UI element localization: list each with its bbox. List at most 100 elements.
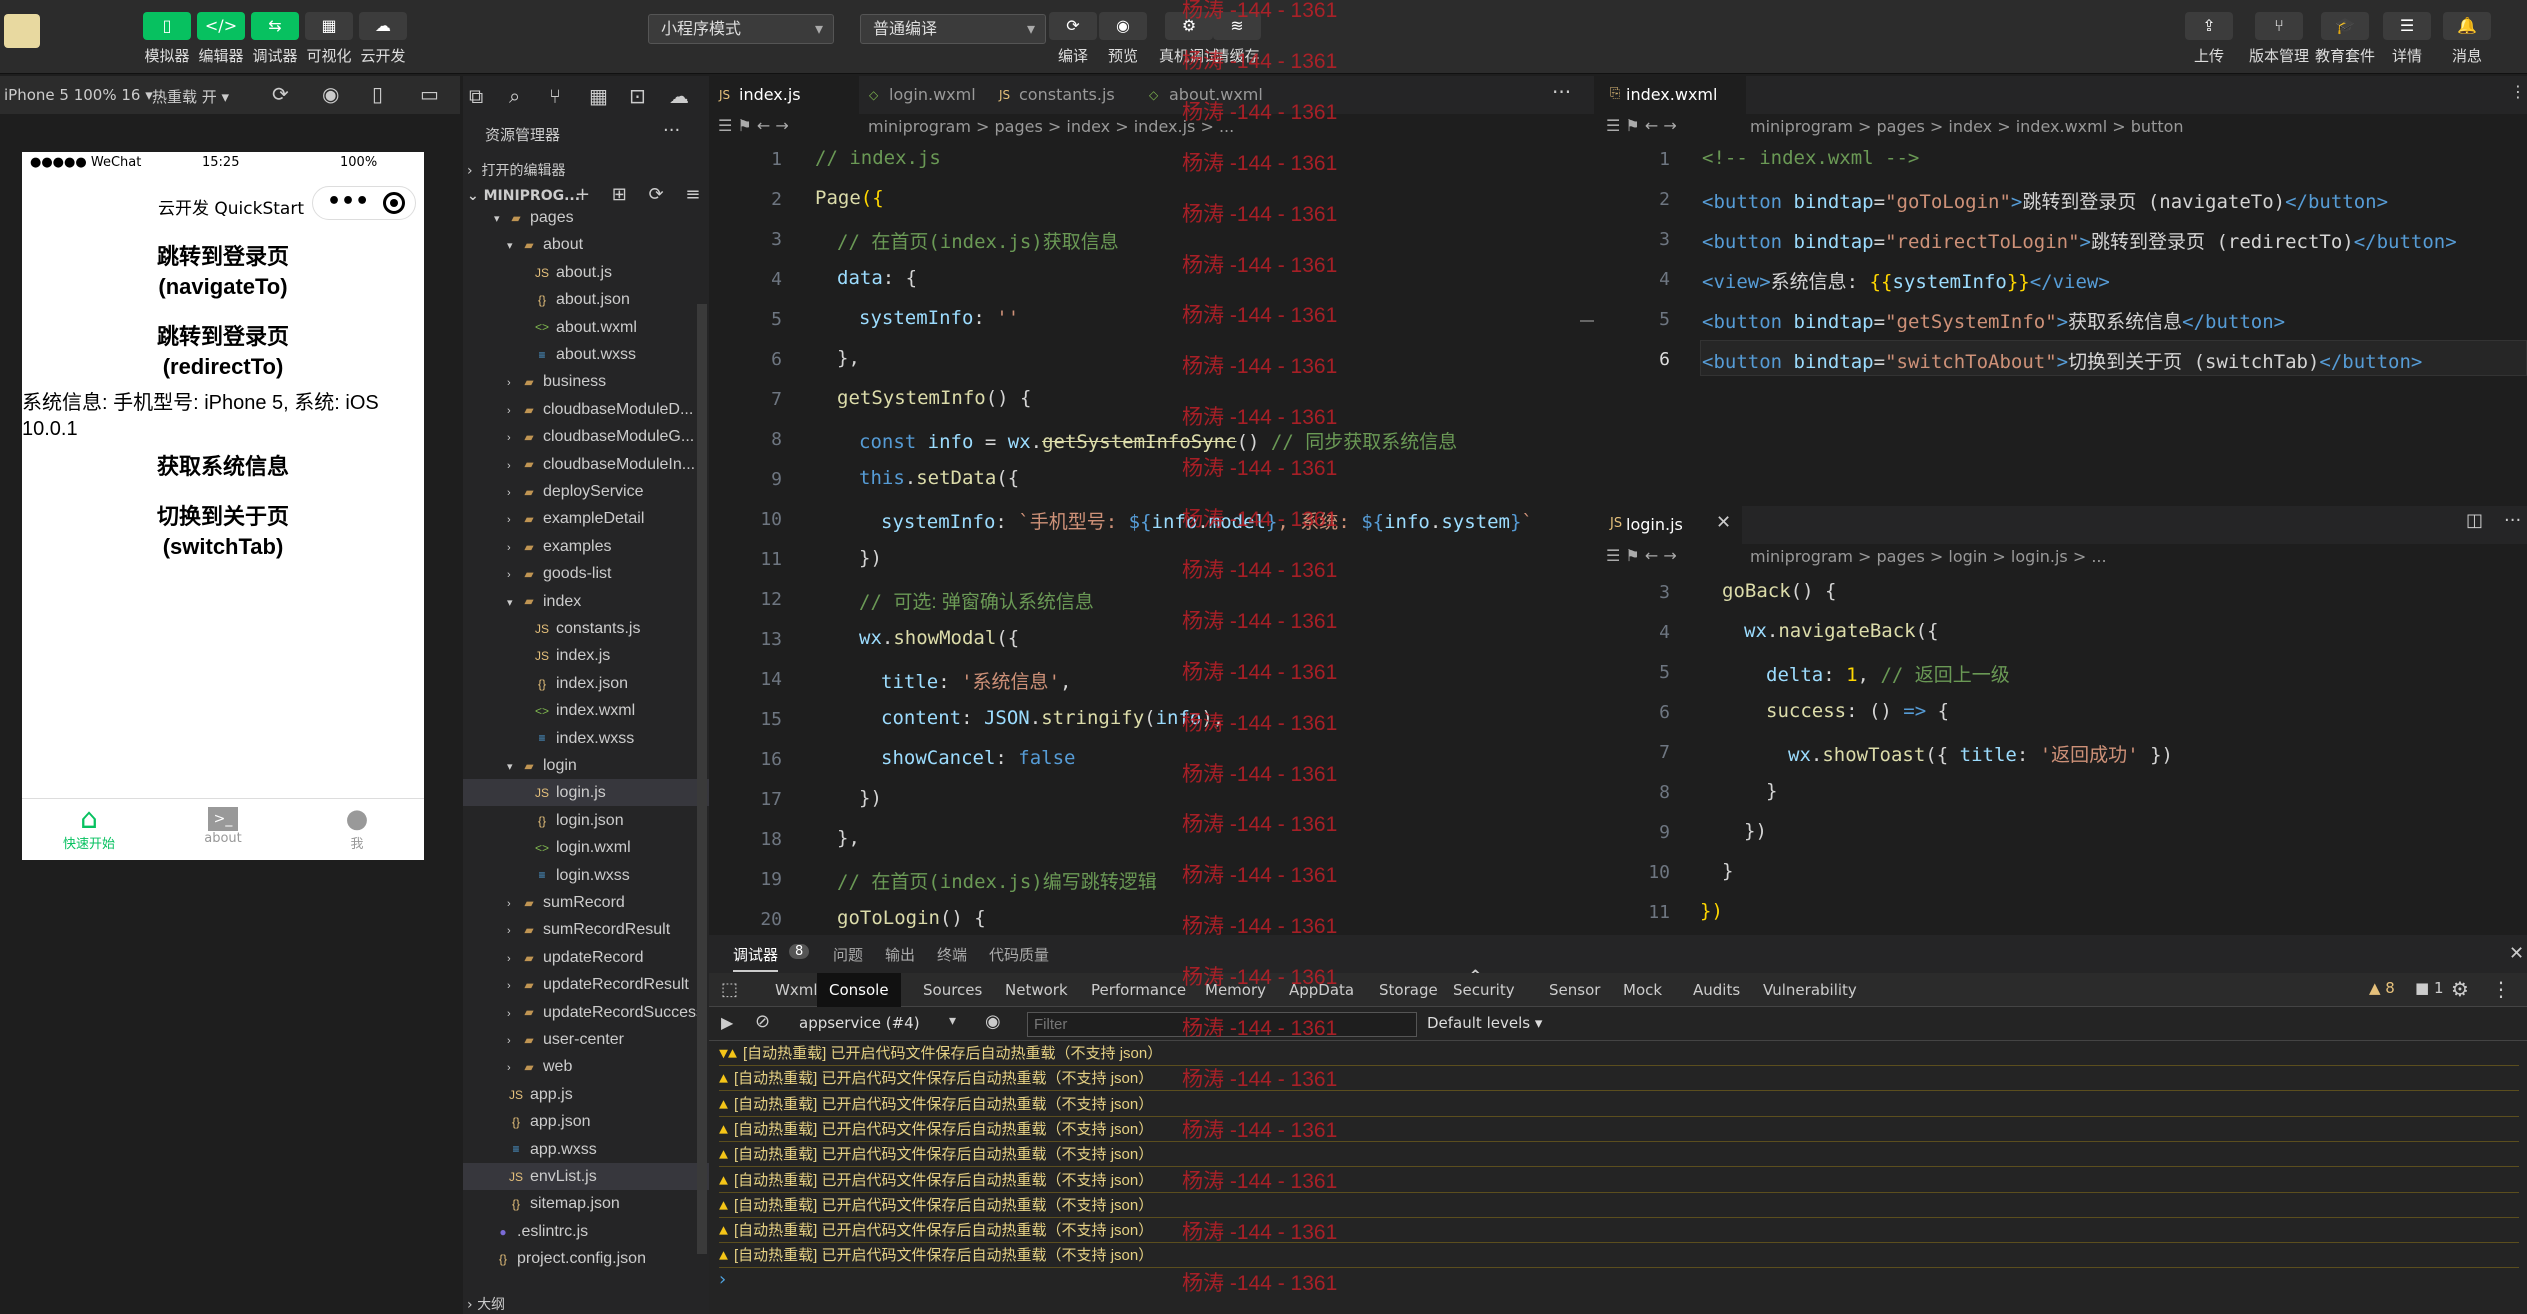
- tree-item[interactable]: JS constants.js: [463, 615, 709, 642]
- search-icon[interactable]: ⌕: [509, 84, 520, 108]
- tree-item[interactable]: {} about.json: [463, 286, 709, 313]
- panel-tab[interactable]: 输出: [885, 944, 915, 965]
- close-icon[interactable]: ✕: [1716, 512, 1731, 533]
- layout-button[interactable]: ▦ 可视化: [302, 12, 356, 66]
- stop-icon[interactable]: ◉: [322, 82, 339, 106]
- devtools-tab-console[interactable]: Console: [817, 973, 901, 1007]
- code-line[interactable]: showCancel: false: [881, 747, 1075, 769]
- hotreload-toggle[interactable]: 热重载 开 ▾: [152, 86, 229, 107]
- tree-item[interactable]: › ▰ user-center: [463, 1026, 709, 1053]
- devtools-tab-storage[interactable]: Storage: [1379, 973, 1438, 1007]
- split-icon[interactable]: ◫: [2466, 510, 2483, 531]
- tree-item[interactable]: ≡ app.wxss: [463, 1136, 709, 1163]
- code-line[interactable]: }): [859, 787, 882, 809]
- devtools-tab-mock[interactable]: Mock: [1623, 973, 1662, 1007]
- code-line[interactable]: title: '系统信息',: [881, 667, 1071, 694]
- editor-2[interactable]: [1596, 114, 2527, 494]
- more-icon[interactable]: ···: [663, 120, 680, 141]
- code-line[interactable]: }): [859, 547, 882, 569]
- tab-constants-js[interactable]: JS constants.js: [989, 76, 1139, 114]
- details-button[interactable]: ☰ 详情: [2380, 12, 2434, 66]
- code-button[interactable]: </> 编辑器: [194, 12, 248, 66]
- tree-item[interactable]: ▾ ▰ pages: [463, 204, 709, 231]
- cloud-icon[interactable]: ☁: [669, 84, 689, 108]
- tree-item[interactable]: ≡ index.wxss: [463, 725, 709, 752]
- breadcrumb[interactable]: miniprogram > pages > login > login.js >…: [1750, 542, 2107, 572]
- tree-item[interactable]: › ▰ updateRecordSuccess: [463, 999, 709, 1026]
- tree-item[interactable]: JS index.js: [463, 642, 709, 669]
- tree-item[interactable]: JS app.js: [463, 1081, 709, 1108]
- capsule-button[interactable]: •••: [312, 186, 416, 220]
- code-line[interactable]: data: {: [837, 267, 917, 289]
- console-row[interactable]: ▲ [自动热重载] 已开启代码文件保存后自动热重载（不支持 json）: [719, 1066, 2519, 1092]
- tree-item[interactable]: › ▰ deployService: [463, 478, 709, 505]
- code-line[interactable]: }: [1722, 860, 1733, 882]
- navigate-to-button[interactable]: 跳转到登录页 (navigateTo): [22, 242, 424, 302]
- outline-header[interactable]: › 大纲: [467, 1294, 505, 1314]
- console-row[interactable]: ▲ [自动热重载] 已开启代码文件保存后自动热重载（不支持 json）: [719, 1193, 2519, 1218]
- device-select[interactable]: iPhone 5 100% 16 ▾: [4, 86, 153, 104]
- code-line[interactable]: }): [1744, 820, 1767, 842]
- mode-select[interactable]: 小程序模式: [648, 14, 834, 44]
- redirect-to-button[interactable]: 跳转到登录页 (redirectTo): [22, 322, 424, 382]
- scrollbar[interactable]: [697, 304, 707, 1254]
- more-icon[interactable]: ···: [1552, 80, 1571, 104]
- tree-item[interactable]: › ▰ sumRecordResult: [463, 916, 709, 943]
- code-line[interactable]: goBack() {: [1722, 580, 1836, 602]
- preview-button[interactable]: ◉ 预览: [1096, 12, 1150, 66]
- levels-select[interactable]: Default levels ▾: [1427, 1014, 1542, 1032]
- tree-item[interactable]: {} index.json: [463, 670, 709, 697]
- tree-item[interactable]: › ▰ business: [463, 368, 709, 395]
- tree-item[interactable]: › ▰ updateRecordResult: [463, 971, 709, 998]
- code-line[interactable]: <!-- index.wxml -->: [1702, 147, 1919, 169]
- console-row[interactable]: ▼▲ [自动热重载] 已开启代码文件保存后自动热重载（不支持 json）: [719, 1041, 2519, 1066]
- sidebar-icon[interactable]: ▶: [721, 1013, 733, 1032]
- tree-item[interactable]: › ▰ cloudbaseModuleG...: [463, 423, 709, 450]
- code-line[interactable]: goToLogin() {: [837, 907, 986, 929]
- devtools-tab-wxml[interactable]: Wxml: [775, 973, 818, 1007]
- git-icon[interactable]: ⑂: [549, 84, 561, 108]
- tree-item[interactable]: <> about.wxml: [463, 314, 709, 341]
- files-icon[interactable]: ⧉: [469, 84, 483, 108]
- code-line[interactable]: wx.showModal({: [859, 627, 1019, 649]
- code-line[interactable]: this.setData({: [859, 467, 1019, 489]
- open-editors-header[interactable]: › 打开的编辑器: [467, 160, 566, 180]
- explorer-actions[interactable]: + ⊞ ⟳ ≡: [575, 184, 709, 205]
- breadcrumb[interactable]: miniprogram > pages > index > index.js >…: [718, 112, 1588, 142]
- more-icon[interactable]: •••: [327, 189, 369, 214]
- debug-icon[interactable]: ⊡: [629, 84, 646, 108]
- phone-button[interactable]: ▯ 模拟器: [140, 12, 194, 66]
- compile-button[interactable]: ⟳ 编译: [1046, 12, 1100, 66]
- education-button[interactable]: 🎓 教育套件: [2310, 12, 2380, 66]
- cloud-button[interactable]: ☁ 云开发: [356, 12, 410, 66]
- compile-select[interactable]: 普通编译: [860, 14, 1046, 44]
- console-row[interactable]: ▲ [自动热重载] 已开启代码文件保存后自动热重载（不支持 json）: [719, 1092, 2519, 1117]
- code-line[interactable]: content: JSON.stringify(info),: [881, 707, 1224, 729]
- messages-button[interactable]: 🔔 消息: [2440, 12, 2494, 66]
- list-icon[interactable]: ☰ ⚑ ← →: [718, 116, 789, 135]
- code-line[interactable]: const info = wx.getSystemInfoSync() // 同…: [859, 427, 1457, 454]
- code-line[interactable]: // index.js: [815, 147, 941, 169]
- inspect-icon[interactable]: ⬚: [721, 979, 738, 1000]
- switch-tab-button[interactable]: 切换到关于页 (switchTab): [22, 502, 424, 562]
- console-prompt[interactable]: ›: [719, 1269, 726, 1290]
- more-icon[interactable]: ⋮: [2510, 82, 2526, 101]
- tree-item[interactable]: ▾ ▰ about: [463, 231, 709, 258]
- code-line[interactable]: systemInfo: '': [859, 307, 1019, 329]
- tree-item[interactable]: ≡ login.wxss: [463, 862, 709, 889]
- tree-item[interactable]: ▾ ▰ login: [463, 752, 709, 779]
- phone-icon[interactable]: ▯: [372, 82, 383, 106]
- tree-item[interactable]: › ▰ sumRecord: [463, 889, 709, 916]
- code-line[interactable]: // 在首页(index.js)获取信息: [837, 227, 1119, 254]
- tab-about[interactable]: >_ about: [156, 799, 290, 846]
- more-icon[interactable]: ···: [2504, 510, 2521, 531]
- refresh-icon[interactable]: ⟳: [272, 82, 289, 106]
- devtools-tab-network[interactable]: Network: [1005, 973, 1068, 1007]
- devtools-tab-vulnerability[interactable]: Vulnerability: [1763, 973, 1857, 1007]
- get-system-info-button[interactable]: 获取系统信息: [22, 452, 424, 482]
- panel-tab[interactable]: 终端: [937, 944, 967, 965]
- code-line[interactable]: },: [837, 347, 860, 369]
- code-line[interactable]: wx.showToast({ title: '返回成功' }): [1788, 740, 2173, 767]
- code-line[interactable]: <button bindtap="getSystemInfo">获取系统信息</…: [1702, 307, 2285, 334]
- tree-item[interactable]: ≡ about.wxss: [463, 341, 709, 368]
